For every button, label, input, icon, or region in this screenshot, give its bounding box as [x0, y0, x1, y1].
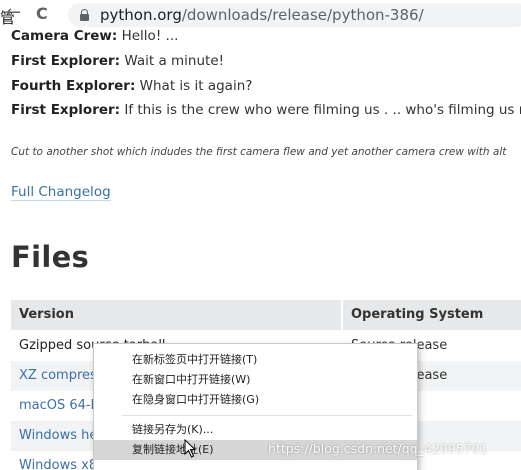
speaker: Camera Crew: — [11, 28, 118, 44]
dialogue-line-1: Camera Crew: Hello! ... — [11, 28, 178, 44]
speaker: First Explorer: — [11, 102, 121, 118]
menu-item-open-new-window[interactable]: 在新窗口中打开链接(W) — [94, 370, 417, 390]
speech: If this is the crew who were filming us … — [120, 102, 521, 118]
browser-toolbar: 管 ← C python.org/downloads/release/pytho… — [0, 0, 521, 29]
url-path: /downloads/release/python-386/ — [181, 6, 424, 24]
dialogue-line-4: First Explorer: If this is the crew who … — [11, 102, 521, 118]
menu-item-open-incognito[interactable]: 在隐身窗口中打开链接(G) — [94, 390, 417, 410]
lock-icon — [80, 9, 89, 21]
dialogue-line-3: Fourth Explorer: What is it again? — [11, 78, 252, 94]
speaker: Fourth Explorer: — [11, 78, 136, 94]
watermark: https://blog.csdn.net/qq_42095701 — [268, 441, 488, 456]
speech: What is it again? — [135, 78, 253, 94]
column-header-os: Operating System — [343, 300, 521, 330]
dialogue-line-2: First Explorer: Wait a minute! — [11, 53, 224, 69]
url-domain: python.org — [100, 6, 182, 24]
url-text: python.org/downloads/release/python-386/ — [100, 5, 424, 25]
column-header-version: Version — [11, 300, 341, 330]
full-changelog-link[interactable]: Full Changelog — [11, 184, 111, 201]
speech: Hello! ... — [117, 28, 179, 44]
files-heading: Files — [11, 240, 90, 274]
menu-item-open-new-tab[interactable]: 在新标签页中打开链接(T) — [94, 350, 417, 370]
speaker: First Explorer: — [11, 53, 121, 69]
menu-separator — [122, 415, 412, 416]
address-bar[interactable]: python.org/downloads/release/python-386/ — [68, 3, 521, 27]
back-icon[interactable]: ← — [6, 3, 21, 23]
mouse-pointer-icon — [184, 439, 197, 458]
speech: Wait a minute! — [120, 53, 225, 69]
menu-item-save-link-as[interactable]: 链接另存为(K)... — [94, 420, 417, 440]
stage-direction: Cut to another shot which indudes the fi… — [11, 146, 507, 158]
reload-icon[interactable]: C — [36, 4, 48, 24]
